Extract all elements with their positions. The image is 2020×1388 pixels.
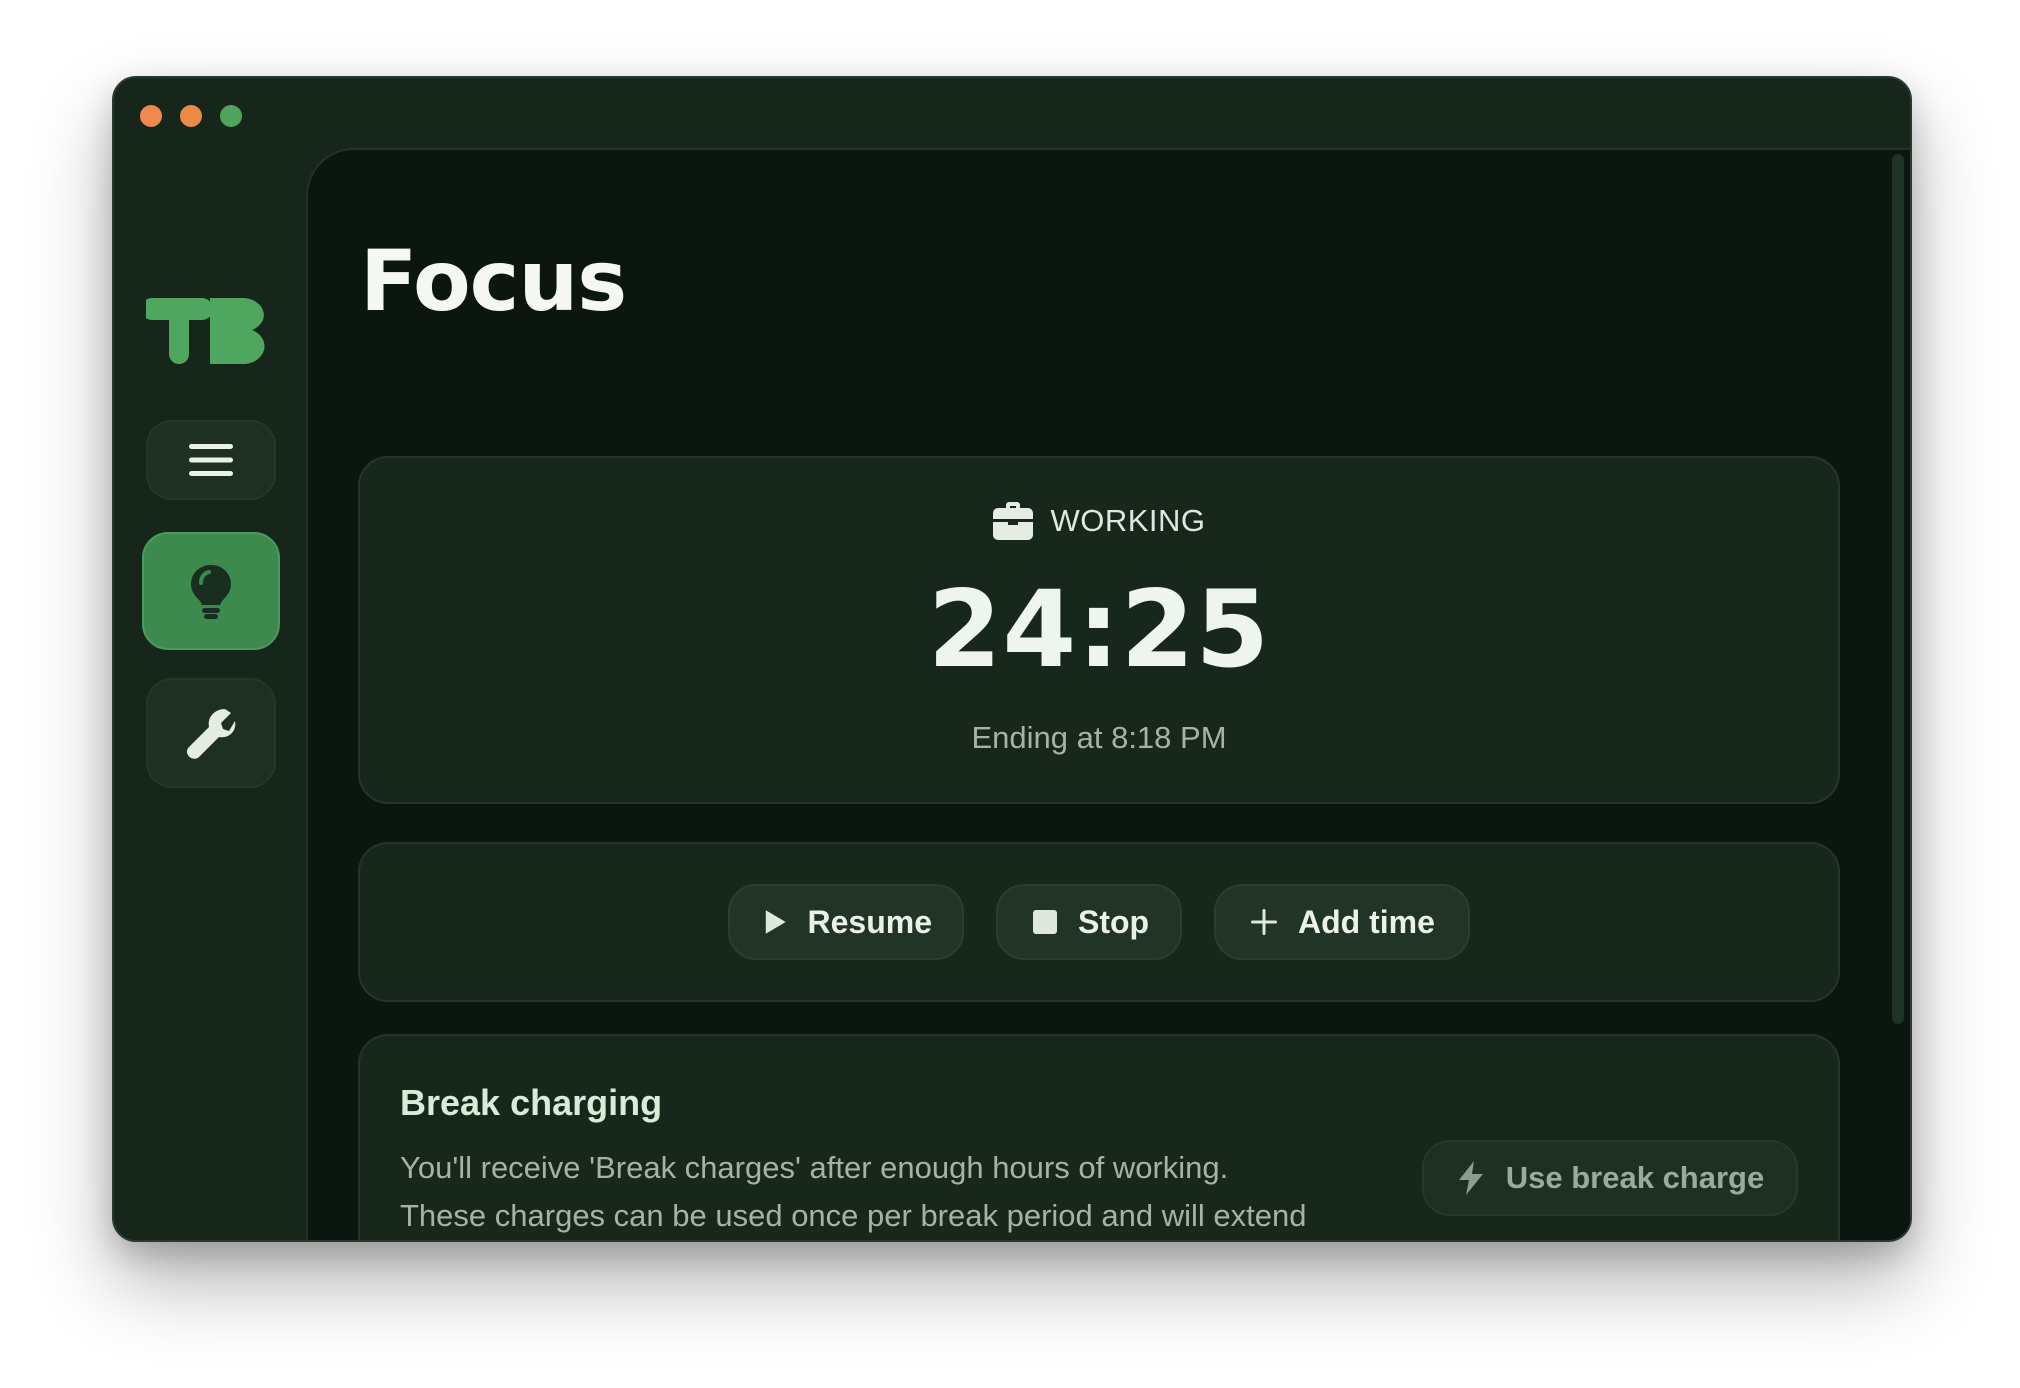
app-window: TB — [112, 76, 1912, 1242]
use-break-charge-button[interactable]: Use break charge — [1422, 1140, 1798, 1216]
lightning-icon — [1458, 1161, 1483, 1195]
play-icon — [765, 910, 786, 934]
plus-icon — [1251, 909, 1277, 935]
lightbulb-icon — [191, 565, 231, 619]
main-content: Focus WORKING 24:25 Ending at 8:18 PM Re… — [306, 148, 1910, 1240]
briefcase-icon — [993, 502, 1034, 540]
status-label: WORKING — [1050, 503, 1206, 538]
window-minimize-button[interactable] — [180, 105, 202, 127]
stop-label: Stop — [1078, 903, 1150, 940]
resume-label: Resume — [807, 903, 933, 940]
stop-icon — [1033, 910, 1057, 934]
break-charging-description: You'll receive 'Break charges' after eno… — [400, 1150, 1307, 1233]
use-break-charge-label: Use break charge — [1505, 1160, 1765, 1195]
timer-status: WORKING — [360, 502, 1838, 540]
app-logo: TB — [146, 298, 265, 364]
page-title: Focus — [360, 232, 627, 330]
sidebar: TB — [114, 148, 306, 1240]
timer-display: 24:25 — [927, 568, 1271, 691]
resume-button[interactable]: Resume — [728, 884, 964, 960]
ending-time: Ending at 8:18 PM — [971, 720, 1227, 755]
menu-icon — [189, 444, 233, 476]
sidebar-item-menu[interactable] — [146, 420, 276, 500]
break-charging-card: Break charging You'll receive 'Break cha… — [358, 1034, 1840, 1240]
add-time-label: Add time — [1298, 903, 1435, 940]
sidebar-item-tools[interactable] — [146, 678, 276, 788]
timer-card: WORKING 24:25 Ending at 8:18 PM — [358, 456, 1840, 804]
scrollbar[interactable] — [1892, 154, 1904, 1024]
sidebar-item-focus[interactable] — [142, 532, 280, 650]
controls-card: Resume Stop Add time — [358, 842, 1840, 1002]
window-close-button[interactable] — [140, 105, 162, 127]
wrench-icon — [186, 709, 236, 759]
stop-button[interactable]: Stop — [996, 884, 1182, 960]
control-buttons: Resume Stop Add time — [360, 884, 1838, 960]
add-time-button[interactable]: Add time — [1214, 884, 1470, 960]
break-charging-title: Break charging — [400, 1082, 663, 1123]
window-maximize-button[interactable] — [220, 105, 242, 127]
